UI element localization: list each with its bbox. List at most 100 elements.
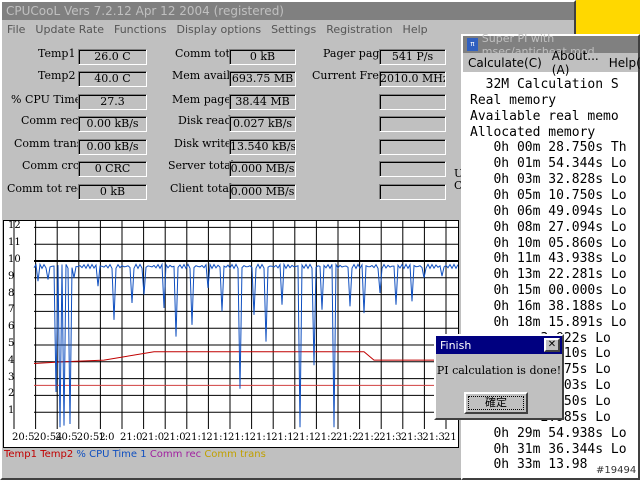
value-server-total: 0.000 MB/s bbox=[229, 161, 296, 177]
finish-title: Finish bbox=[440, 338, 472, 352]
y-tick-label: 1 bbox=[8, 405, 15, 417]
legend-temp1: Temp1 bbox=[4, 449, 38, 460]
superpi-output-line: Available real memo bbox=[470, 108, 619, 124]
x-tick-label: 21:3 bbox=[400, 432, 424, 443]
superpi-output-line: 0h 08m 27.094s Lo bbox=[470, 219, 627, 235]
x-tick-label: 1:0 bbox=[98, 432, 115, 443]
x-tick-label: 21:3 bbox=[379, 432, 402, 443]
value-current-freq: 2010.0 MHz bbox=[379, 71, 446, 87]
superpi-output-line: 0h 00m 28.750s Th bbox=[470, 140, 627, 156]
y-tick-label: 4 bbox=[8, 354, 15, 366]
label-comm-tot-rec: Comm tot rec bbox=[7, 182, 84, 195]
label-comm-tot: Comm tot bbox=[175, 47, 230, 60]
label-disk-read: Disk read bbox=[178, 114, 232, 127]
menu-update-rate[interactable]: Update Rate bbox=[30, 23, 109, 36]
ok-button[interactable]: 確定 bbox=[464, 392, 528, 414]
menu-settings[interactable]: Settings bbox=[266, 23, 321, 36]
label-cpu-time: % CPU Time bbox=[11, 93, 82, 106]
y-tick-label: 12 bbox=[8, 220, 21, 232]
value-comm-crc: 0 CRC bbox=[78, 161, 147, 177]
y-tick-label: 11 bbox=[8, 237, 21, 249]
value-mem-avail: 693.75 MB bbox=[229, 71, 296, 87]
close-icon[interactable]: ✕ bbox=[544, 338, 560, 352]
menu-about[interactable]: About...(A) bbox=[547, 49, 604, 77]
y-tick-label: 6 bbox=[8, 321, 15, 333]
value-comm-trans: 0.00 kB/s bbox=[78, 139, 147, 155]
finish-message: PI calculation is done! bbox=[436, 364, 562, 377]
superpi-output-line: 0h 10m 05.860s Lo bbox=[470, 235, 627, 251]
superpi-output-line: 0h 01m 54.344s Lo bbox=[470, 156, 627, 172]
desktop-background bbox=[576, 0, 640, 34]
menu-help[interactable]: Help bbox=[398, 23, 433, 36]
superpi-output-line: 0h 33m 13.98 bbox=[470, 457, 588, 473]
x-tick-label: 21:0 bbox=[141, 432, 165, 443]
x-tick-label: 20:5 bbox=[12, 432, 35, 443]
y-tick-label: 9 bbox=[8, 270, 15, 282]
x-tick-label: 21:1 bbox=[271, 432, 294, 443]
cpucool-title: CPUCooL Vers 7.2.12 Apr 12 2004 (registe… bbox=[6, 4, 284, 18]
superpi-output-line: Allocated memory bbox=[470, 124, 596, 140]
legend-comm-rec: Comm rec bbox=[149, 449, 202, 460]
x-tick-label: 21:1 bbox=[228, 432, 251, 443]
value-comm-tot-rec: 0 kB bbox=[78, 184, 147, 200]
value-disk-read: 0.027 kB/s bbox=[229, 116, 296, 132]
superpi-output-line: 0h 11m 43.938s Lo bbox=[470, 251, 627, 267]
cpucool-titlebar[interactable]: CPUCooL Vers 7.2.12 Apr 12 2004 (registe… bbox=[2, 2, 574, 20]
label-temp1: Temp1 bbox=[38, 47, 76, 60]
superpi-output-line: 0h 31m 36.344s Lo bbox=[470, 441, 627, 457]
menu-registration[interactable]: Registration bbox=[321, 23, 397, 36]
menu-calculate[interactable]: Calculate(C) bbox=[463, 56, 547, 70]
value-cpu-time: 27.3 bbox=[78, 94, 147, 110]
finish-titlebar[interactable]: Finish ✕ bbox=[436, 336, 562, 354]
watermark: #19494 bbox=[596, 465, 637, 476]
menu-display-options[interactable]: Display options bbox=[172, 23, 267, 36]
value-disk-write: 13.540 kB/s bbox=[229, 139, 296, 155]
superpi-output-line: Real memory bbox=[470, 92, 557, 108]
superpi-output-line: 0h 13m 22.281s Lo bbox=[470, 267, 627, 283]
series-cpu-time bbox=[33, 262, 458, 428]
x-tick-label: 21 bbox=[444, 432, 457, 443]
legend-comm-trans: Comm trans bbox=[204, 449, 266, 460]
value-client-total: 0.000 MB/s bbox=[229, 184, 296, 200]
x-tick-label: 21:0 bbox=[163, 432, 186, 443]
y-tick-label: 5 bbox=[8, 338, 15, 349]
y-tick-label: 2 bbox=[8, 388, 15, 400]
x-tick-label: 21:2 bbox=[336, 432, 359, 443]
value-pager-pag: 541 P/s bbox=[379, 49, 446, 65]
label-mem-page: Mem page bbox=[172, 93, 231, 106]
y-tick-label: 8 bbox=[8, 287, 15, 299]
monitor-graph-svg bbox=[13, 221, 458, 429]
x-tick-label: 21:1 bbox=[292, 432, 316, 443]
label-temp2: Temp2 bbox=[38, 69, 76, 82]
value-empty-5 bbox=[379, 184, 446, 200]
value-empty-2 bbox=[379, 116, 446, 132]
x-tick-label: 21:2 bbox=[314, 432, 337, 443]
superpi-output-line: 0h 15m 00.000s Lo bbox=[470, 283, 627, 299]
legend-cpu-time: % CPU Time 1 bbox=[76, 449, 147, 460]
legend-temp2: Temp2 bbox=[40, 449, 74, 460]
label-comm-trans: Comm trans bbox=[14, 137, 83, 150]
x-tick-label: 21:0 bbox=[120, 432, 143, 443]
label-comm-crc: Comm crc bbox=[22, 159, 79, 172]
x-tick-label: 21:1 bbox=[184, 432, 208, 443]
y-tick-label: 10 bbox=[8, 254, 21, 265]
value-empty-3 bbox=[379, 139, 446, 155]
menu-file[interactable]: File bbox=[2, 23, 30, 36]
menu-superpi-help[interactable]: Help(H) bbox=[604, 56, 640, 70]
superpi-output-line: 0h 06m 49.094s Lo bbox=[470, 203, 627, 219]
y-tick-label: 7 bbox=[8, 304, 15, 316]
graph-legend: Temp1 Temp2 % CPU Time 1 Comm rec Comm t… bbox=[4, 449, 266, 460]
superpi-output-line: 0h 03m 32.828s Lo bbox=[470, 172, 627, 188]
superpi-output-line: 0h 18m 15.891s Lo bbox=[470, 314, 627, 330]
label-current-freq: Current Freq bbox=[312, 69, 386, 82]
value-empty-4 bbox=[379, 161, 446, 177]
label-server-total: Server total bbox=[168, 159, 235, 172]
label-comm-rec: Comm rec bbox=[21, 114, 79, 127]
menu-functions[interactable]: Functions bbox=[109, 23, 172, 36]
label-pager-pag: Pager pag bbox=[323, 47, 380, 60]
finish-dialog: Finish ✕ PI calculation is done! 確定 bbox=[434, 334, 564, 420]
x-tick-label: 20:5 bbox=[55, 432, 78, 443]
label-disk-write: Disk write bbox=[174, 137, 232, 150]
monitor-graph bbox=[3, 220, 459, 448]
superpi-output-line: 0h 29m 54.938s Lo bbox=[470, 425, 627, 441]
